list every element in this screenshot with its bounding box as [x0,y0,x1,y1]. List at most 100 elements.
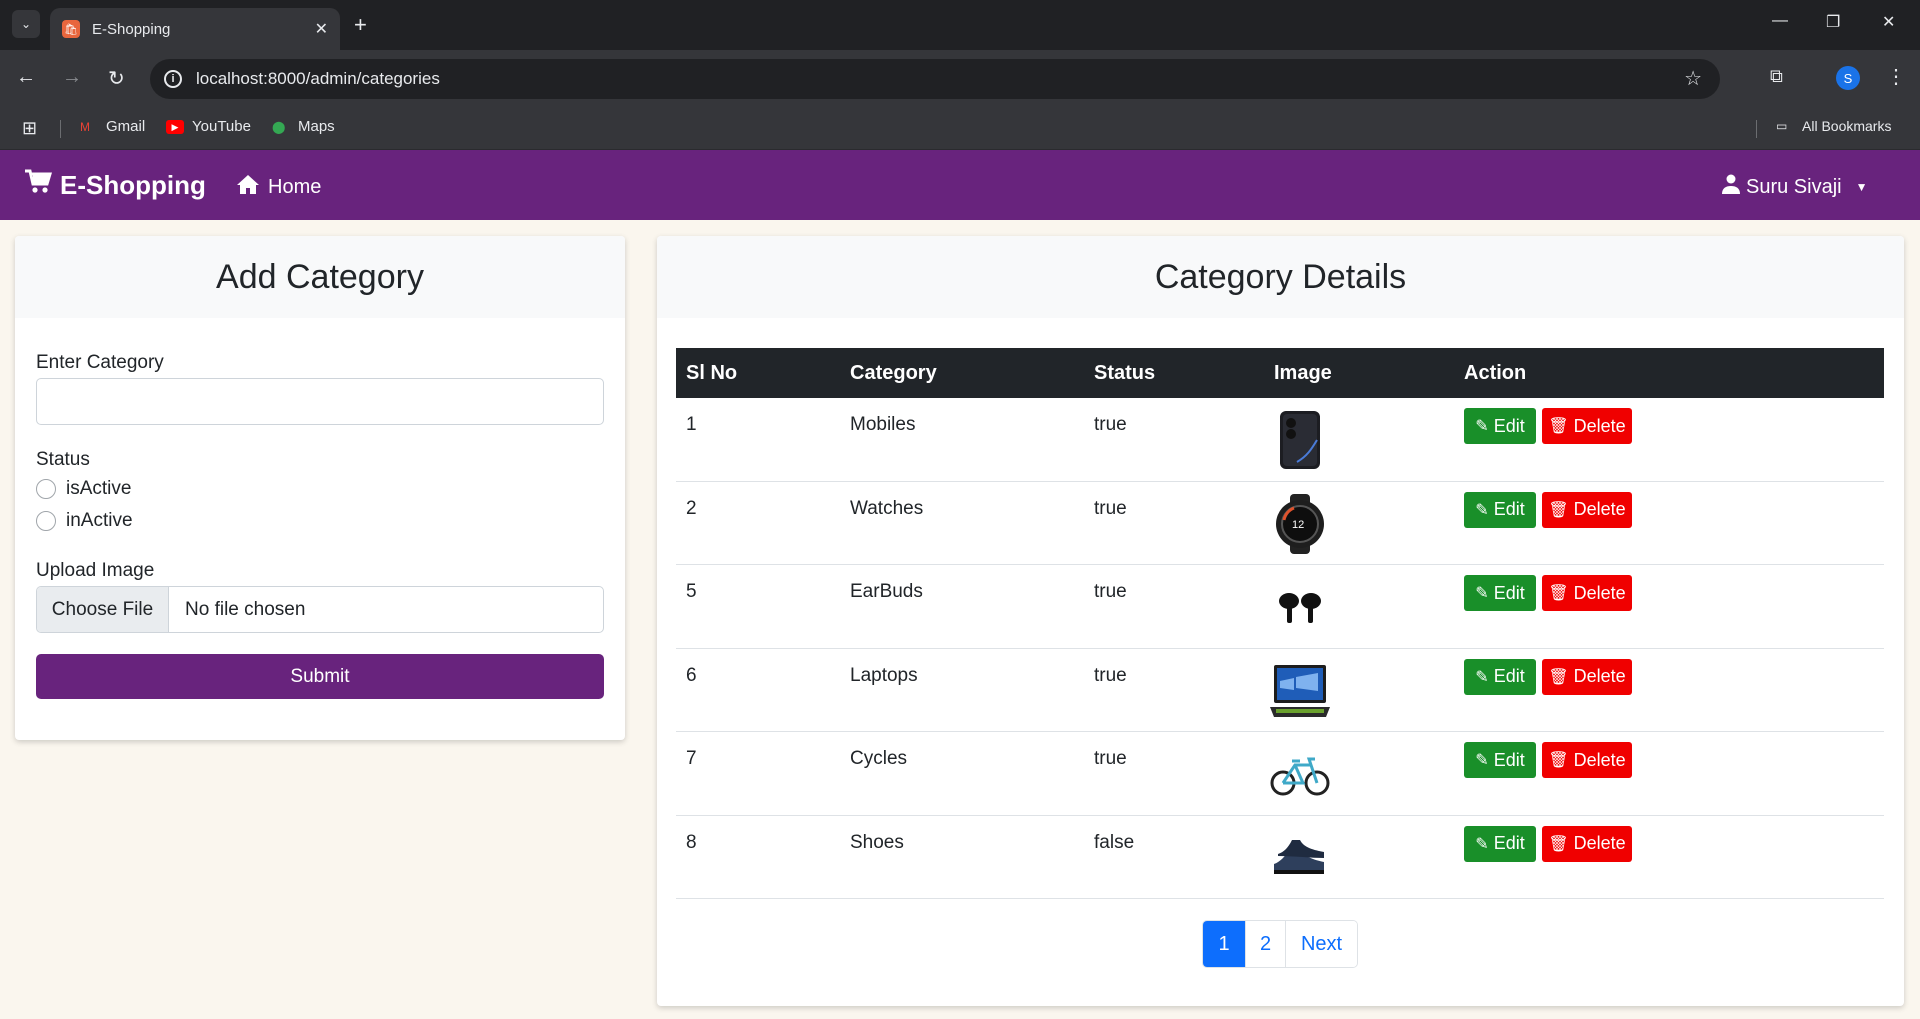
bookmark-star-icon[interactable]: ☆ [1684,66,1702,91]
edit-icon: ✎ [1475,418,1489,435]
laptop-image [1268,659,1332,723]
edit-label: Edit [1493,833,1525,853]
window-close-icon[interactable]: ✕ [1882,12,1895,32]
browser-toolbar: ← → ↻ i localhost:8000/admin/categories … [0,50,1920,108]
bookmark-maps[interactable]: ⬤ Maps [272,118,335,135]
next-page-button[interactable]: Next [1285,921,1357,967]
delete-label: Delete [1573,749,1626,770]
add-category-card: Add Category Enter Category Status isAct… [15,236,625,740]
nav-home[interactable]: Home [236,174,321,201]
svg-text:12: 12 [1292,519,1304,531]
user-dropdown[interactable]: Suru Sivaji ▼ [1722,174,1868,200]
edit-icon: ✎ [1475,752,1489,769]
status-cell: true [1094,497,1127,519]
page-2-button[interactable]: 2 [1245,921,1285,967]
category-input[interactable] [36,378,604,425]
bookmark-label: YouTube [192,118,251,135]
apps-grid-icon[interactable]: ⊞ [22,118,37,139]
add-category-header: Add Category [15,236,625,318]
page-1-button[interactable]: 1 [1203,921,1245,967]
status-cell: true [1094,748,1127,769]
bookmark-youtube[interactable]: ▶ YouTube [166,118,251,135]
forward-icon[interactable]: → [62,66,82,89]
delete-button[interactable]: 🗑 Delete [1542,825,1632,862]
gmail-icon: M [80,119,90,134]
choose-file-button[interactable]: Choose File [37,587,169,632]
category-details-title: Category Details [1154,257,1407,296]
reload-icon[interactable]: ↻ [108,66,125,91]
category-cell: Mobiles [850,414,916,435]
sl-no-cell: 6 [686,664,697,686]
browser-tab[interactable]: 🛍 E-Shopping ✕ [50,8,340,50]
edit-button[interactable]: ✎ Edit [1464,658,1536,695]
extensions-icon[interactable]: ⧉ [1770,66,1783,87]
site-favicon-icon: 🛍 [62,20,80,38]
delete-label: Delete [1573,666,1626,686]
category-details-header: Category Details [657,236,1904,318]
delete-button[interactable]: 🗑 Delete [1542,742,1632,778]
radio-button[interactable] [36,479,56,499]
radio-button[interactable] [36,511,56,531]
delete-label: Delete [1573,415,1626,436]
table-row: 5 EarBuds true ✎ Edit 🗑 Delete [676,565,1884,649]
category-cell: Cycles [850,748,908,769]
tab-search-icon[interactable]: ⌄ [12,10,40,38]
category-details-card: Category Details Sl No Category Status I… [657,236,1904,1006]
bookmark-label: Maps [298,118,335,135]
edit-label: Edit [1493,415,1525,436]
youtube-icon: ▶ [166,119,184,134]
submit-button[interactable]: Submit [36,654,604,699]
minimize-icon[interactable]: — [1772,12,1788,30]
brand-link[interactable]: E-Shopping [24,169,206,202]
delete-button[interactable]: 🗑 Delete [1542,408,1632,444]
table-row: 7 Cycles true ✎ Edit 🗑 Delete [676,732,1884,816]
category-cell: EarBuds [850,581,923,602]
home-label: Home [268,176,322,198]
edit-label: Edit [1493,749,1525,770]
status-radio-active[interactable]: isActive [36,478,131,500]
status-cell: true [1094,414,1127,435]
table-row: 6 Laptops true ✎ Edit 🗑 Delete [676,649,1884,732]
restore-icon[interactable]: ❐ [1826,12,1840,32]
url-text[interactable]: localhost:8000/admin/categories [196,69,440,89]
edit-icon: ✎ [1475,585,1489,602]
edit-button[interactable]: ✎ Edit [1464,825,1536,862]
all-bookmarks[interactable]: ▭ All Bookmarks [1776,118,1891,134]
add-category-title: Add Category [216,257,424,296]
category-cell: Watches [850,497,924,519]
close-icon[interactable]: ✕ [315,19,328,39]
file-name-text: No file chosen [185,598,306,620]
bookmark-gmail[interactable]: M Gmail [80,118,145,135]
table-row: 1 Mobiles true ✎ Edit 🗑 Delete [676,398,1884,482]
home-icon [236,174,260,201]
site-info-icon[interactable]: i [164,70,182,88]
sl-no-cell: 1 [686,414,697,435]
profile-avatar[interactable]: S [1836,66,1860,90]
mobile-image [1268,408,1332,472]
edit-button[interactable]: ✎ Edit [1464,408,1536,444]
bookmark-separator [1756,120,1757,138]
watch-image: 12 [1268,492,1332,556]
delete-button[interactable]: 🗑 Delete [1542,491,1632,528]
status-cell: true [1094,581,1127,602]
browser-menu-icon[interactable]: ⋮ [1886,64,1906,89]
delete-button[interactable]: 🗑 Delete [1542,575,1632,611]
trash-icon: 🗑 [1548,752,1569,769]
delete-button[interactable]: 🗑 Delete [1542,658,1632,695]
edit-icon: ✎ [1475,668,1489,686]
trash-icon: 🗑 [1548,835,1569,853]
edit-button[interactable]: ✎ Edit [1464,491,1536,528]
status-label: Status [36,449,90,470]
cart-icon [24,169,53,202]
tab-title: E-Shopping [92,20,171,38]
app-navbar: E-Shopping Home Suru Sivaji ▼ [0,150,1920,220]
file-upload-input[interactable]: Choose File No file chosen [36,586,604,633]
user-name: Suru Sivaji [1746,175,1842,198]
new-tab-icon[interactable]: + [354,12,367,38]
edit-button[interactable]: ✎ Edit [1464,742,1536,778]
back-icon[interactable]: ← [16,66,36,89]
address-bar[interactable]: i localhost:8000/admin/categories ☆ [150,59,1720,99]
sl-no-cell: 5 [686,581,697,602]
status-radio-inactive[interactable]: inActive [36,510,133,532]
edit-button[interactable]: ✎ Edit [1464,575,1536,611]
